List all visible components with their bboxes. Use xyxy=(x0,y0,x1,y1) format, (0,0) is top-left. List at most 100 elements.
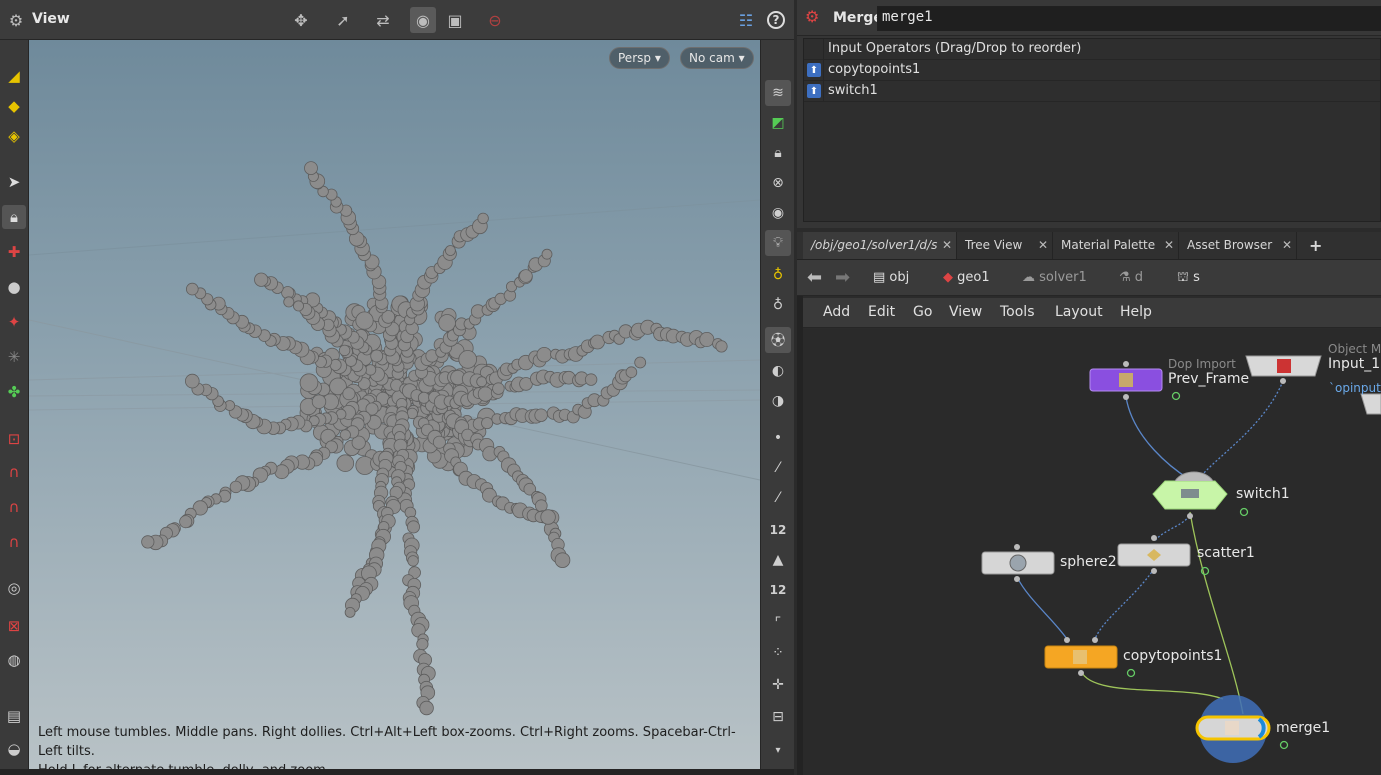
select-edges-icon[interactable]: ◆ xyxy=(2,94,26,118)
pose-icon[interactable]: ✳ xyxy=(2,345,26,369)
tumble-tool-icon[interactable]: ✥ xyxy=(288,7,314,33)
camera-dropdown[interactable]: No cam ▾ xyxy=(680,47,754,69)
forward-arrow-icon[interactable]: ➡ xyxy=(835,266,850,290)
network-editor[interactable]: Dop Import Prev_Frame Object Me Input_1 … xyxy=(803,329,1381,775)
snap-points-icon[interactable]: ⁘ xyxy=(765,640,791,666)
node-type-label: Dop Import xyxy=(1168,357,1236,371)
normal-display-icon[interactable]: ⁄ xyxy=(765,455,791,481)
edge-display-icon[interactable]: ⌜ xyxy=(765,610,791,636)
sphere-tool-icon[interactable]: ● xyxy=(2,275,26,299)
no-entry-icon[interactable]: ⊖ xyxy=(482,7,508,33)
node-copytopoints1[interactable] xyxy=(1044,637,1136,678)
render-region-icon[interactable]: ⊠ xyxy=(2,614,26,638)
breadcrumb-label: s xyxy=(1193,270,1200,285)
magnet-grid-icon[interactable]: ⊡ xyxy=(2,427,26,451)
handle-icon[interactable]: ✦ xyxy=(2,310,26,334)
disk-icon[interactable]: ◒ xyxy=(2,737,26,761)
headlight-icon[interactable]: ♁ xyxy=(765,262,791,288)
list-item[interactable]: ⬆ switch1 xyxy=(804,81,1380,102)
wire xyxy=(1198,380,1284,480)
chevron-down-icon[interactable]: ▾ xyxy=(765,737,791,763)
frame-icon[interactable]: ⊟ xyxy=(765,704,791,730)
tab-tree-view[interactable]: Tree View ✕ xyxy=(957,232,1053,259)
magnet-curve-icon[interactable]: ∩ xyxy=(2,460,26,484)
prim-numbers-icon[interactable]: 12 xyxy=(765,577,791,603)
3d-viewport[interactable]: Persp ▾ No cam ▾ Left mouse tumbles. Mid… xyxy=(29,40,760,769)
node-prev-frame[interactable] xyxy=(1089,361,1181,401)
gear-icon[interactable]: ⚙ xyxy=(3,7,29,33)
select-tool-icon[interactable]: ➚ xyxy=(330,7,356,33)
breadcrumb-obj[interactable]: ▤ obj xyxy=(873,266,909,290)
point-numbers-icon[interactable]: 12 xyxy=(765,517,791,543)
menu-layout[interactable]: Layout xyxy=(1055,304,1103,320)
viewport-pane: ⚙ View ✥ ➚ ⇄ ◉ ▣ ⊖ ☷ ? ◢ ◆ ◈ ➤ 🔒︎ ✚ ● ✦ … xyxy=(0,0,794,775)
jump-to-input-icon[interactable]: ⬆ xyxy=(807,63,821,77)
magnet-point-icon[interactable]: ∩ xyxy=(2,495,26,519)
geometry-render xyxy=(29,161,760,716)
list-item[interactable]: ⬆ copytopoints1 xyxy=(804,60,1380,81)
menu-edit[interactable]: Edit xyxy=(868,304,895,320)
shading-icon[interactable]: ◩ xyxy=(765,110,791,136)
prim-display-icon[interactable]: ▲ xyxy=(765,547,791,573)
close-icon[interactable]: ✕ xyxy=(1282,232,1292,259)
back-arrow-icon[interactable]: ⬅ xyxy=(807,266,822,290)
view-layout-icon[interactable]: ▣ xyxy=(442,7,468,33)
add-tab-button[interactable]: + xyxy=(1301,232,1325,259)
menu-go[interactable]: Go xyxy=(913,304,932,320)
ruler-icon[interactable]: ▤ xyxy=(2,704,26,728)
light-icon[interactable]: ◍ xyxy=(2,648,26,672)
light-bulb-icon[interactable]: 💡︎ xyxy=(765,230,791,256)
lock-camera-icon[interactable]: 🔒︎ xyxy=(765,140,791,166)
visibility-icon[interactable]: ◐ xyxy=(765,358,791,384)
arrow-select-icon[interactable]: ➤ xyxy=(2,170,26,194)
help-icon[interactable]: ? xyxy=(763,7,789,33)
magnet-icon[interactable]: ∩ xyxy=(2,530,26,554)
breadcrumb-solver1[interactable]: ☁ solver1 xyxy=(1022,266,1087,290)
sphere-shade-icon[interactable]: ◉ xyxy=(765,200,791,226)
soccer-ball-icon[interactable]: ⚽︎ xyxy=(765,327,791,353)
select-prims-icon[interactable]: ◈ xyxy=(2,124,26,148)
node-name-field[interactable]: merge1 xyxy=(877,6,1381,31)
breadcrumb-d[interactable]: ⚗ d xyxy=(1119,266,1143,290)
persp-dropdown[interactable]: Persp ▾ xyxy=(609,47,670,69)
close-icon[interactable]: ✕ xyxy=(1038,232,1048,259)
point-display-icon[interactable]: • xyxy=(765,425,791,451)
input-name: copytopoints1 xyxy=(828,62,921,77)
node-sphere2[interactable] xyxy=(981,544,1055,582)
origin-icon[interactable]: ✛ xyxy=(765,672,791,698)
switch-icon xyxy=(1181,489,1199,498)
node-switch1[interactable] xyxy=(1152,471,1249,519)
network-tab-bar: /obj/geo1/solver1/d/s ✕ Tree View ✕ Materi… xyxy=(797,232,1381,260)
camera-icon[interactable]: ◎ xyxy=(2,576,26,600)
menu-view[interactable]: View xyxy=(949,304,982,320)
menu-tools[interactable]: Tools xyxy=(1000,304,1035,320)
ambient-light-icon[interactable]: ♁ xyxy=(765,292,791,318)
breadcrumb-s[interactable]: ⛫ s xyxy=(1177,266,1200,290)
target-icon[interactable]: ⊗ xyxy=(765,170,791,196)
input-operators-list[interactable]: Input Operators (Drag/Drop to reorder) ⬆… xyxy=(803,38,1381,222)
node-merge1[interactable] xyxy=(1195,695,1289,763)
snap-icon[interactable]: ◉ xyxy=(410,7,436,33)
breadcrumb-geo1[interactable]: ◆ geo1 xyxy=(943,266,990,290)
ghost-icon[interactable]: ◑ xyxy=(765,388,791,414)
handle-tool-icon[interactable]: ⇄ xyxy=(370,7,396,33)
jump-to-input-icon[interactable]: ⬆ xyxy=(807,84,821,98)
tab-network-path[interactable]: /obj/geo1/solver1/d/s ✕ xyxy=(803,232,957,259)
node-label: merge1 xyxy=(1276,720,1331,736)
tab-asset-browser[interactable]: Asset Browser ✕ xyxy=(1179,232,1297,259)
menu-help[interactable]: Help xyxy=(1120,304,1152,320)
close-icon[interactable]: ✕ xyxy=(942,232,952,259)
lock-icon[interactable]: 🔒︎ xyxy=(2,205,26,229)
close-icon[interactable]: ✕ xyxy=(1164,232,1174,259)
menu-add[interactable]: Add xyxy=(823,304,850,320)
node-scatter1[interactable] xyxy=(1117,535,1210,576)
select-points-icon[interactable]: ◢ xyxy=(2,64,26,88)
vector-display-icon[interactable]: ⁄ xyxy=(765,485,791,511)
timeline-ruler[interactable] xyxy=(0,769,794,775)
layers-icon[interactable]: ≋ xyxy=(765,80,791,106)
tab-material-palette[interactable]: Material Palette ✕ xyxy=(1053,232,1179,259)
transform-icon[interactable]: ✚ xyxy=(2,240,26,264)
display-options-icon[interactable]: ☷ xyxy=(733,7,759,33)
gizmo-icon[interactable]: ✤ xyxy=(2,380,26,404)
node-label: Prev_Frame xyxy=(1168,371,1250,387)
